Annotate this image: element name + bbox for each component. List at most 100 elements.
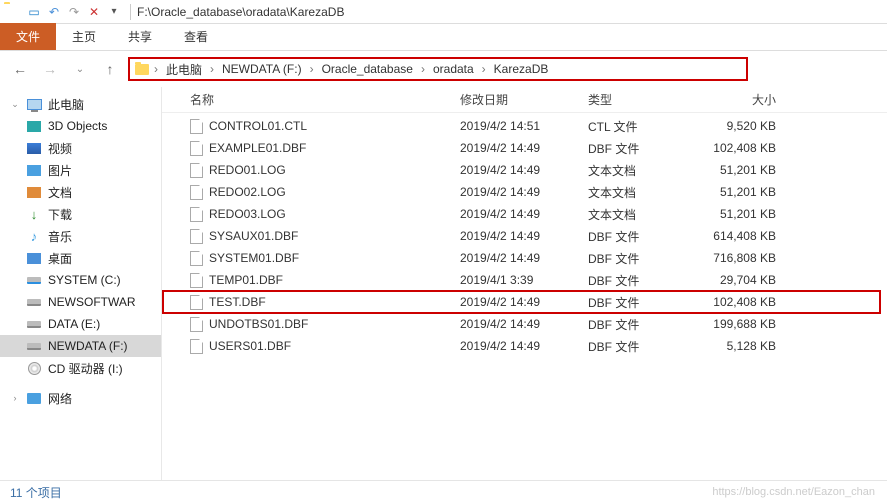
sidebar-item-3dobjects[interactable]: 3D Objects bbox=[0, 115, 161, 137]
file-icon bbox=[190, 251, 203, 266]
drive-icon bbox=[26, 272, 42, 288]
download-icon: ↓ bbox=[26, 206, 42, 222]
file-row[interactable]: SYSTEM01.DBF2019/4/2 14:49DBF 文件716,808 … bbox=[162, 247, 887, 269]
sidebar-label: 图片 bbox=[48, 162, 72, 179]
crumb[interactable]: 此电脑 bbox=[162, 61, 206, 78]
nav-recent-icon[interactable]: ⌄ bbox=[68, 57, 92, 81]
sidebar-item-documents[interactable]: 文档 bbox=[0, 181, 161, 203]
tab-share[interactable]: 共享 bbox=[112, 23, 168, 50]
col-name[interactable]: 名称 bbox=[182, 91, 452, 108]
sidebar-label: CD 驱动器 (I:) bbox=[48, 360, 123, 377]
chevron-right-icon[interactable]: › bbox=[419, 62, 427, 76]
chevron-right-icon[interactable]: › bbox=[480, 62, 488, 76]
col-size[interactable]: 大小 bbox=[688, 91, 784, 108]
file-date: 2019/4/2 14:49 bbox=[452, 207, 580, 221]
sidebar-item-videos[interactable]: 视频 bbox=[0, 137, 161, 159]
file-type: 文本文档 bbox=[580, 206, 688, 223]
file-size: 51,201 KB bbox=[688, 207, 784, 221]
ribbon: 文件 主页 共享 查看 bbox=[0, 24, 887, 51]
sidebar-item-network[interactable]: › 网络 bbox=[0, 387, 161, 409]
breadcrumb[interactable]: › 此电脑 › NEWDATA (F:) › Oracle_database ›… bbox=[128, 57, 748, 81]
nav-back-icon[interactable]: ← bbox=[8, 57, 32, 81]
watermark: https://blog.csdn.net/Eazon_chan bbox=[712, 486, 875, 498]
file-size: 716,808 KB bbox=[688, 251, 784, 265]
sidebar-item-drive-e[interactable]: DATA (E:) bbox=[0, 313, 161, 335]
file-date: 2019/4/2 14:49 bbox=[452, 141, 580, 155]
file-date: 2019/4/2 14:49 bbox=[452, 229, 580, 243]
qat-properties-icon[interactable]: ▭ bbox=[25, 3, 43, 21]
file-type: DBF 文件 bbox=[580, 228, 688, 245]
sidebar-item-thispc[interactable]: ⌄ 此电脑 bbox=[0, 93, 161, 115]
file-icon bbox=[190, 229, 203, 244]
nav-forward-icon[interactable]: → bbox=[38, 57, 62, 81]
file-name: CONTROL01.CTL bbox=[209, 119, 307, 133]
tab-view[interactable]: 查看 bbox=[168, 23, 224, 50]
tab-file[interactable]: 文件 bbox=[0, 23, 56, 50]
nav-up-icon[interactable]: ↑ bbox=[98, 57, 122, 81]
crumb[interactable]: oradata bbox=[429, 62, 478, 76]
file-row[interactable]: USERS01.DBF2019/4/2 14:49DBF 文件5,128 KB bbox=[162, 335, 887, 357]
sidebar-item-drive-f[interactable]: NEWDATA (F:) bbox=[0, 335, 161, 357]
qat-redo-icon[interactable]: ↷ bbox=[65, 3, 83, 21]
col-type[interactable]: 类型 bbox=[580, 91, 688, 108]
file-size: 9,520 KB bbox=[688, 119, 784, 133]
expand-icon[interactable]: › bbox=[10, 393, 20, 403]
file-type: DBF 文件 bbox=[580, 140, 688, 157]
file-type: DBF 文件 bbox=[580, 316, 688, 333]
file-row[interactable]: UNDOTBS01.DBF2019/4/2 14:49DBF 文件199,688… bbox=[162, 313, 887, 335]
drive-icon bbox=[26, 294, 42, 310]
file-name: EXAMPLE01.DBF bbox=[209, 141, 306, 155]
file-date: 2019/4/2 14:51 bbox=[452, 119, 580, 133]
file-size: 5,128 KB bbox=[688, 339, 784, 353]
file-row[interactable]: REDO01.LOG2019/4/2 14:49文本文档51,201 KB bbox=[162, 159, 887, 181]
sidebar-item-downloads[interactable]: ↓ 下载 bbox=[0, 203, 161, 225]
desktop-icon bbox=[26, 250, 42, 266]
sidebar-item-drive-d[interactable]: NEWSOFTWAR bbox=[0, 291, 161, 313]
file-row[interactable]: REDO02.LOG2019/4/2 14:49文本文档51,201 KB bbox=[162, 181, 887, 203]
folder-icon bbox=[4, 4, 20, 20]
file-date: 2019/4/2 14:49 bbox=[452, 163, 580, 177]
sidebar-item-music[interactable]: ♪ 音乐 bbox=[0, 225, 161, 247]
file-type: 文本文档 bbox=[580, 184, 688, 201]
sidebar-label: DATA (E:) bbox=[48, 317, 100, 331]
file-icon bbox=[190, 339, 203, 354]
sidebar-item-drive-c[interactable]: SYSTEM (C:) bbox=[0, 269, 161, 291]
file-row[interactable]: SYSAUX01.DBF2019/4/2 14:49DBF 文件614,408 … bbox=[162, 225, 887, 247]
file-type: CTL 文件 bbox=[580, 118, 688, 135]
file-size: 199,688 KB bbox=[688, 317, 784, 331]
column-headers: 名称 修改日期 类型 大小 bbox=[162, 87, 887, 113]
sidebar-label: NEWSOFTWAR bbox=[48, 295, 136, 309]
qat-close-icon[interactable]: ✕ bbox=[85, 3, 103, 21]
tab-home[interactable]: 主页 bbox=[56, 23, 112, 50]
crumb[interactable]: NEWDATA (F:) bbox=[218, 62, 306, 76]
file-type: DBF 文件 bbox=[580, 272, 688, 289]
qat-dropdown-icon[interactable]: ▾ bbox=[105, 3, 123, 21]
col-date[interactable]: 修改日期 bbox=[452, 91, 580, 108]
file-row[interactable]: CONTROL01.CTL 2019/4/2 14:51CTL 文件9,520 K… bbox=[162, 115, 887, 137]
collapse-icon[interactable]: ⌄ bbox=[10, 99, 20, 110]
drive-icon bbox=[26, 316, 42, 332]
separator bbox=[130, 4, 131, 20]
sidebar-item-pictures[interactable]: 图片 bbox=[0, 159, 161, 181]
chevron-right-icon[interactable]: › bbox=[308, 62, 316, 76]
file-name: SYSAUX01.DBF bbox=[209, 229, 298, 243]
file-size: 51,201 KB bbox=[688, 163, 784, 177]
file-row[interactable]: REDO03.LOG2019/4/2 14:49文本文档51,201 KB bbox=[162, 203, 887, 225]
chevron-right-icon[interactable]: › bbox=[152, 62, 160, 76]
file-row[interactable]: TEST.DBF2019/4/2 14:49DBF 文件102,408 KB bbox=[162, 290, 881, 314]
chevron-right-icon[interactable]: › bbox=[208, 62, 216, 76]
file-icon bbox=[190, 273, 203, 288]
crumb[interactable]: KarezaDB bbox=[490, 62, 553, 76]
sidebar-item-desktop[interactable]: 桌面 bbox=[0, 247, 161, 269]
qat-undo-icon[interactable]: ↶ bbox=[45, 3, 63, 21]
sidebar: ⌄ 此电脑 3D Objects 视频 图片 文档 ↓ 下载 ♪ 音乐 bbox=[0, 87, 162, 480]
picture-icon bbox=[26, 162, 42, 178]
file-row[interactable]: TEMP01.DBF2019/4/1 3:39DBF 文件29,704 KB bbox=[162, 269, 887, 291]
sidebar-label: 视频 bbox=[48, 140, 72, 157]
sidebar-item-drive-i[interactable]: CD 驱动器 (I:) bbox=[0, 357, 161, 379]
cd-icon bbox=[26, 360, 42, 376]
file-row[interactable]: EXAMPLE01.DBF2019/4/2 14:49DBF 文件102,408… bbox=[162, 137, 887, 159]
crumb[interactable]: Oracle_database bbox=[318, 62, 417, 76]
file-icon bbox=[190, 119, 203, 134]
file-name: TEST.DBF bbox=[209, 295, 266, 309]
